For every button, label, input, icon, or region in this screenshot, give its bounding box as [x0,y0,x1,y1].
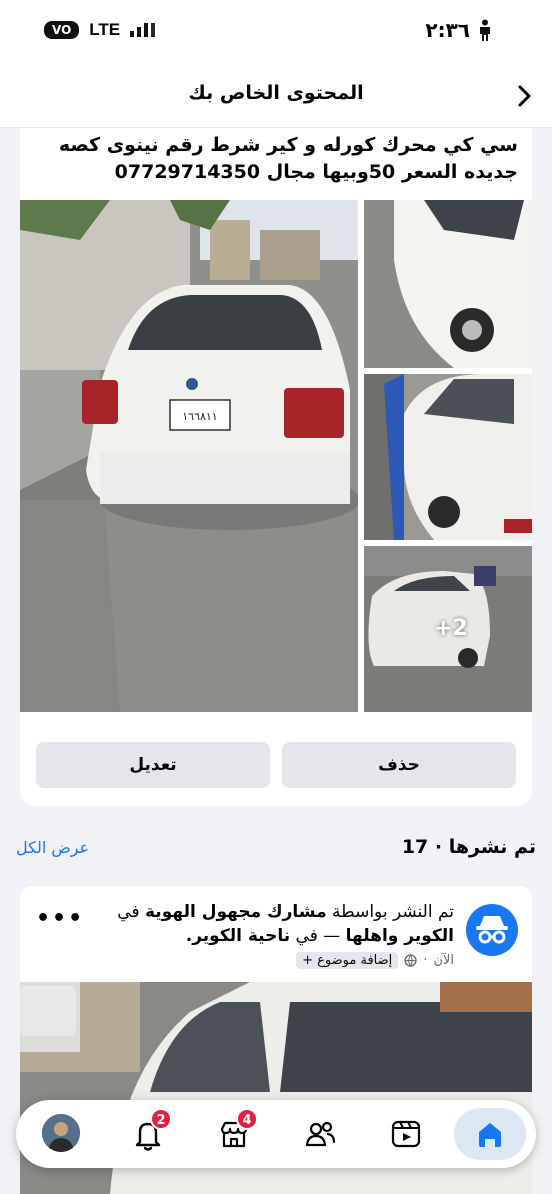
license-plate-text: ١٦٦٨١١ [182,410,217,423]
post-photo-main[interactable]: ١٦٦٨١١ [20,200,358,712]
post-meta: الآن · إضافة موضوع + [296,952,454,969]
network-type: LTE [89,20,121,39]
post-photo-4[interactable]: +2 [364,546,532,712]
see-all-link[interactable]: عرض الكل [16,838,89,857]
tab-home[interactable] [454,1108,526,1160]
status-left: VO LTE [44,20,156,40]
post-actions: تعديل حذف [36,742,516,788]
status-bar: VO LTE ٢:٣٦ [0,0,552,66]
tab-video[interactable] [386,1114,426,1154]
video-icon [391,1120,421,1148]
post-photo-3[interactable] [364,374,532,540]
tab-marketplace[interactable]: 4 [214,1108,258,1154]
volte-badge: VO [44,21,80,39]
home-icon [479,1123,501,1147]
post-text: سي كي محرك كورله و كير شرط رقم نينوى كصه… [28,132,518,186]
more-photos-count: +2 [434,616,468,641]
globe-icon [404,954,417,967]
marketplace-badge: 4 [236,1108,258,1130]
tab-friends[interactable] [300,1114,340,1154]
published-label: تم نشرها [448,836,536,858]
group-name[interactable]: الكوير واهلها [346,926,454,946]
tab-notifications[interactable]: 2 [128,1108,172,1154]
attribution-prefix: تم النشر بواسطة [332,902,454,922]
location-name[interactable]: ناحية الكوير. [186,926,290,946]
published-section-header: تم نشرها · 17 عرض الكل [0,836,552,866]
delete-button[interactable]: حذف [282,742,516,788]
status-time: ٢:٣٦ [425,18,470,42]
nav-header: المحتوى الخاص بك [0,66,552,128]
published-number: 17 [401,836,429,858]
post-card: سي كي محرك كورله و كير شرط رقم نينوى كصه… [20,128,532,806]
in-word: في [117,902,140,922]
page-title: المحتوى الخاص بك [188,82,364,104]
bottom-tab-bar: 2 4 [16,1100,536,1168]
post-attribution: تم النشر بواسطة مشارك مجهول الهوية في ال… [94,900,454,948]
chevron-right-icon [518,85,531,107]
photo-grid: ١٦٦٨١١ +2 [20,200,532,712]
anonymous-icon [476,916,508,944]
person-icon [480,19,490,41]
car-side-photo [364,374,532,540]
signal-icon [130,23,156,37]
tab-profile[interactable] [42,1114,80,1152]
post-time: الآن [433,953,454,968]
car-side-photo [364,200,532,368]
status-right: ٢:٣٦ [425,18,492,42]
anonymous-avatar[interactable] [466,904,518,956]
post-photo-2[interactable] [364,200,532,368]
profile-avatar [42,1114,80,1152]
in-word-2: في [295,926,318,946]
post-text-line-2: جديده السعر 50وبيها مجال 07729714350 [114,161,518,183]
author-name[interactable]: مشارك مجهول الهوية [145,902,327,922]
friends-icon [305,1121,336,1147]
more-horizontal-icon: ••• [36,906,85,931]
add-topic-button[interactable]: إضافة موضوع + [296,952,399,969]
car-rear-photo: ١٦٦٨١١ [20,200,358,712]
dash: — [323,926,341,946]
back-button[interactable] [512,82,536,110]
more-options-button[interactable]: ••• [36,906,84,931]
post-text-line-1: سي كي محرك كورله و كير شرط رقم نينوى كصه [58,134,518,156]
published-count: تم نشرها · 17 [401,836,536,858]
notifications-badge: 2 [150,1108,172,1130]
edit-button[interactable]: تعديل [36,742,270,788]
